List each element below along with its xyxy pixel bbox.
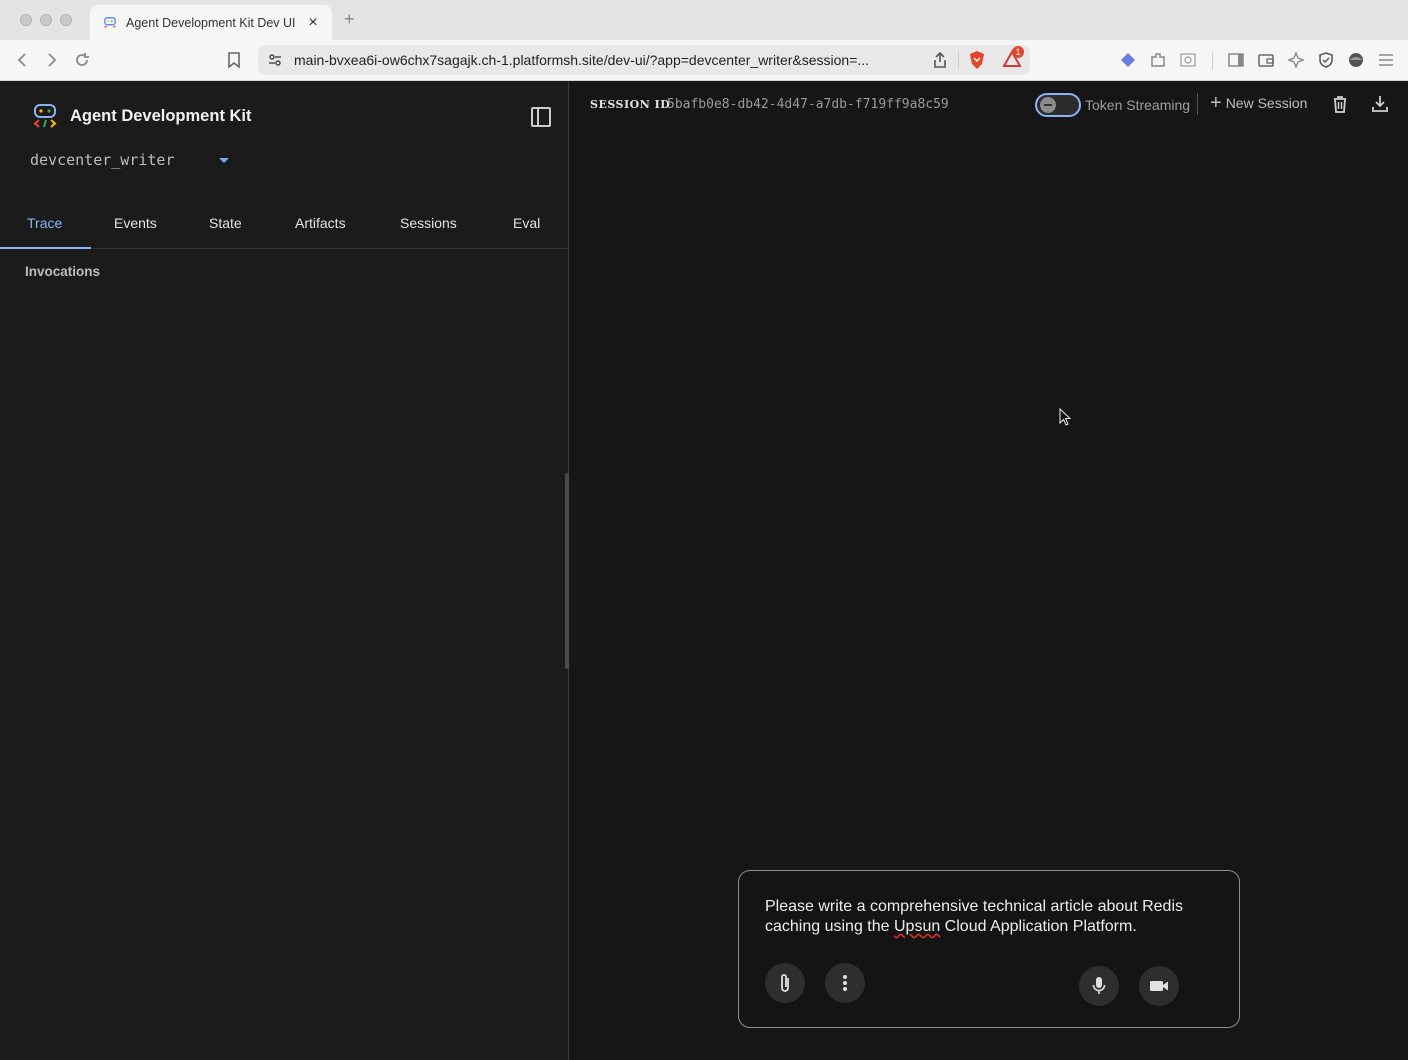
brand-title: Agent Development Kit [70, 106, 252, 125]
browser-tab[interactable]: Agent Development Kit Dev UI × [90, 5, 332, 40]
extensions-icon[interactable] [1148, 50, 1168, 70]
mouse-cursor-icon [1059, 408, 1072, 426]
browser-tab-strip: Agent Development Kit Dev UI × + [0, 0, 1408, 40]
token-streaming-label: Token Streaming [1085, 97, 1191, 113]
screenshot-icon[interactable] [1178, 50, 1198, 70]
forward-icon[interactable] [42, 50, 62, 70]
profile-avatar-icon[interactable] [1346, 50, 1366, 70]
dropdown-caret-icon [219, 157, 229, 163]
share-icon[interactable] [932, 51, 948, 69]
paperclip-icon [781, 974, 789, 992]
delete-session-icon[interactable] [1329, 93, 1351, 115]
menu-hamburger-icon[interactable] [1376, 50, 1396, 70]
new-session-label: New Session [1225, 95, 1308, 111]
app-selector-value: devcenter_writer [30, 151, 175, 169]
app-selector[interactable]: devcenter_writer [30, 151, 235, 169]
url-text[interactable]: main-bvxea6i-ow6chx7sagajk.ch-1.platform… [294, 52, 912, 68]
sidebar: Agent Development Kit devcenter_writer T… [0, 81, 569, 1060]
reload-icon[interactable] [72, 50, 92, 70]
brand: Agent Development Kit [32, 103, 252, 129]
leo-ai-icon[interactable] [1286, 50, 1306, 70]
message-input[interactable]: Please write a comprehensive technical a… [765, 897, 1215, 937]
header-divider [1197, 93, 1198, 115]
sidebar-tabs: Trace Events State Artifacts Sessions Ev… [0, 205, 569, 249]
session-id-value: 5bafb0e8-db42-4d47-a7db-f719ff9a8c59 [667, 97, 949, 112]
new-tab-icon[interactable]: + [344, 9, 355, 30]
site-settings-icon[interactable] [268, 53, 282, 67]
plus-icon: + [1210, 92, 1222, 114]
chat-panel: SESSION ID 5bafb0e8-db42-4d47-a7db-f719f… [570, 81, 1408, 1060]
window-close-button[interactable] [20, 14, 32, 26]
sidebar-resize-handle[interactable] [565, 473, 569, 669]
tab-close-icon[interactable]: × [304, 14, 322, 32]
tab-artifacts[interactable]: Artifacts [295, 215, 346, 231]
browser-tab-title: Agent Development Kit Dev UI [126, 15, 296, 30]
active-tab-indicator [0, 247, 91, 249]
window-minimize-button[interactable] [40, 14, 52, 26]
message-text-end: Cloud Application Platform. [940, 918, 1137, 935]
videocam-icon [1150, 981, 1168, 991]
adk-dev-ui: Agent Development Kit devcenter_writer T… [0, 81, 1408, 1060]
more-options-button[interactable] [825, 963, 865, 1003]
tab-eval[interactable]: Eval [513, 215, 540, 231]
sidebar-toggle-icon[interactable] [1226, 50, 1246, 70]
browser-toolbar: main-bvxea6i-ow6chx7sagajk.ch-1.platform… [0, 40, 1408, 81]
wallet-icon[interactable] [1256, 50, 1276, 70]
window-zoom-button[interactable] [60, 14, 72, 26]
more-vert-icon [843, 975, 847, 991]
token-streaming-toggle[interactable] [1035, 93, 1081, 117]
tab-events[interactable]: Events [114, 215, 157, 231]
tab-sessions[interactable]: Sessions [400, 215, 457, 231]
new-session-button[interactable]: + New Session [1210, 92, 1308, 114]
back-icon[interactable] [12, 50, 32, 70]
attach-button[interactable] [765, 963, 805, 1003]
bookmark-icon[interactable] [224, 50, 244, 70]
microphone-icon [1092, 977, 1106, 994]
tab-state[interactable]: State [209, 215, 242, 231]
extension-leo-icon[interactable] [1118, 50, 1138, 70]
adk-logo-icon [33, 104, 57, 128]
adk-favicon-icon [104, 16, 116, 28]
tab-trace[interactable]: Trace [27, 215, 62, 231]
session-id-label: SESSION ID [590, 98, 671, 111]
microphone-button[interactable] [1079, 966, 1119, 1006]
toggle-knob [1040, 97, 1056, 113]
collapse-sidebar-icon[interactable] [531, 107, 551, 127]
brave-shields-icon[interactable] [968, 50, 986, 70]
address-bar[interactable]: main-bvxea6i-ow6chx7sagajk.ch-1.platform… [258, 45, 1030, 75]
message-composer[interactable]: Please write a comprehensive technical a… [738, 870, 1240, 1028]
rewards-badge: 1 [1012, 46, 1024, 58]
download-icon[interactable] [1369, 93, 1391, 115]
invocations-heading: Invocations [25, 264, 101, 279]
camera-button[interactable] [1139, 966, 1179, 1006]
misspelled-word: Upsun [893, 918, 941, 935]
vpn-shield-icon[interactable] [1316, 50, 1336, 70]
